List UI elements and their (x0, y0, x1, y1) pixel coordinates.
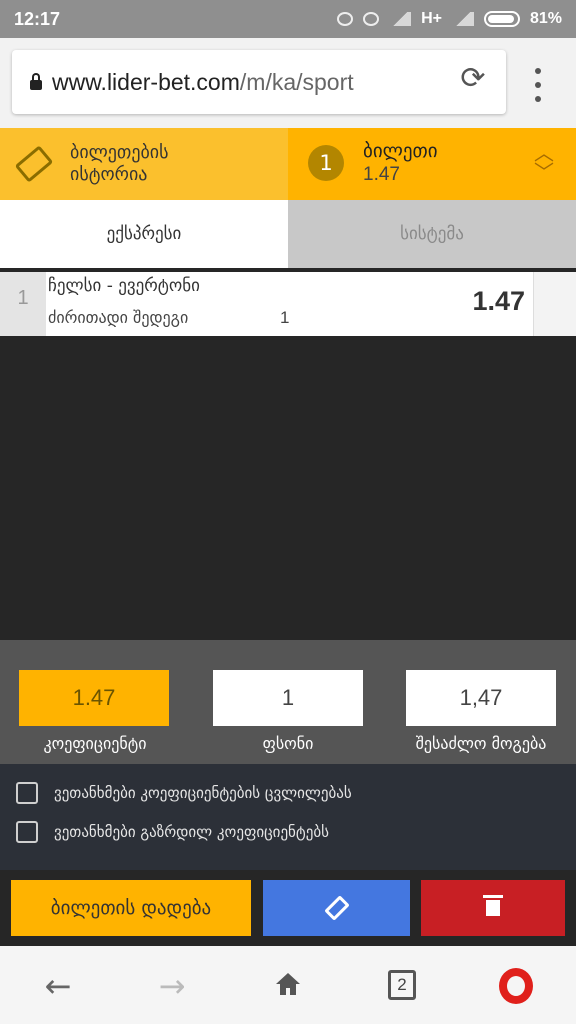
clear-ticket-button[interactable] (421, 880, 565, 936)
coefficient-value: 1.47 (19, 670, 169, 726)
action-buttons: ბილეთის დადება (0, 870, 576, 946)
place-bet-button[interactable]: ბილეთის დადება (11, 880, 251, 936)
battery-level: 81% (529, 10, 562, 27)
expand-collapse-icon[interactable]: ︿ ﹀ (532, 143, 556, 182)
status-bar: 12:17 H+ 81% (0, 0, 576, 38)
bet-type-tabs: ექსპრესი სისტემა (0, 200, 576, 268)
bet-summary: 1.47 1 1,47 კოეფიციენტი ფსონი შესაძლო მო… (0, 640, 576, 764)
battery-icon (483, 11, 520, 27)
status-time: 12:17 (14, 8, 61, 29)
stake-label: ფსონი (262, 734, 314, 753)
home-icon[interactable] (268, 966, 308, 1006)
tabs-icon[interactable]: 2 (382, 966, 422, 1006)
ticket-summary[interactable]: 1 ბილეთი 1.47 ︿ ﹀ (288, 128, 576, 200)
accept-increased-checkbox[interactable] (16, 821, 38, 843)
selection: 1 (280, 308, 290, 327)
consent-options: ვეთანხმები კოეფიციენტების ცვლილებას ვეთა… (0, 764, 576, 870)
ticket-odds: 1.47 (363, 164, 400, 185)
possible-win-value: 1,47 (406, 670, 556, 726)
ticket-history-label: ბილეთების ისტორია (70, 142, 169, 186)
tab-express[interactable]: ექსპრესი (0, 200, 288, 268)
quick-bet-button[interactable] (263, 880, 410, 936)
browser-toolbar: www.lider-bet.com/m/ka/sport ⟳ (0, 38, 576, 128)
possible-win-label: შესაძლო მოგება (415, 734, 547, 753)
market-name: ძირითადი შედეგი (48, 308, 189, 327)
bet-odds: 1.47 (472, 286, 525, 316)
browser-nav-bar: ← → 2 (0, 946, 576, 1024)
url-path: /m/ka/sport (239, 68, 354, 95)
bet-details: ჩელსი - ევერტონი ძირითადი შედეგი 1 1.47 (46, 272, 534, 336)
history-label-line1: ბილეთების (70, 142, 169, 163)
lock-icon (30, 73, 42, 90)
ticket-icon (323, 895, 350, 921)
betslip-header: ბილეთების ისტორია 1 ბილეთი 1.47 ︿ ﹀ (0, 128, 576, 200)
ticket-count-badge: 1 (308, 145, 344, 181)
address-bar[interactable]: www.lider-bet.com/m/ka/sport ⟳ (12, 50, 506, 114)
history-label-line2: ისტორია (70, 164, 148, 185)
url-host: www.lider-bet.com (52, 68, 240, 95)
ticket-title: ბილეთი (363, 140, 438, 162)
stake-input[interactable]: 1 (213, 670, 363, 726)
accept-increased-option[interactable]: ვეთანხმები გაზრდილ კოეფიციენტებს (16, 821, 329, 843)
reload-icon[interactable]: ⟳ (458, 64, 488, 94)
signal-icon (389, 12, 412, 26)
browser-menu-icon[interactable] (528, 68, 548, 102)
alarm-icon (363, 12, 380, 26)
url-text[interactable]: www.lider-bet.com/m/ka/sport (52, 69, 354, 96)
accept-changes-label: ვეთანხმები კოეფიციენტების ცვლილებას (54, 784, 352, 802)
ticket-history-button[interactable]: ბილეთების ისტორია (0, 128, 288, 200)
bet-row[interactable]: 1 ჩელსი - ევერტონი ძირითადი შედეგი 1 1.4… (0, 272, 576, 336)
forward-icon[interactable]: → (152, 966, 192, 1006)
ticket-icon (14, 145, 54, 183)
sync-icon (337, 12, 354, 26)
accept-increased-label: ვეთანხმები გაზრდილ კოეფიციენტებს (54, 823, 329, 841)
back-icon[interactable]: ← (38, 966, 78, 1006)
opera-menu-icon[interactable] (497, 966, 537, 1006)
match-name: ჩელსი - ევერტონი (48, 276, 200, 296)
tab-system[interactable]: სისტემა (288, 200, 576, 268)
accept-changes-option[interactable]: ვეთანხმები კოეფიციენტების ცვლილებას (16, 782, 352, 804)
accept-changes-checkbox[interactable] (16, 782, 38, 804)
trash-icon (483, 895, 503, 916)
signal-icon-2 (451, 12, 474, 26)
tab-count: 2 (388, 970, 416, 1000)
bet-index: 1 (0, 272, 46, 336)
coefficient-label: კოეფიციენტი (43, 734, 147, 753)
network-type: H+ (421, 10, 442, 27)
